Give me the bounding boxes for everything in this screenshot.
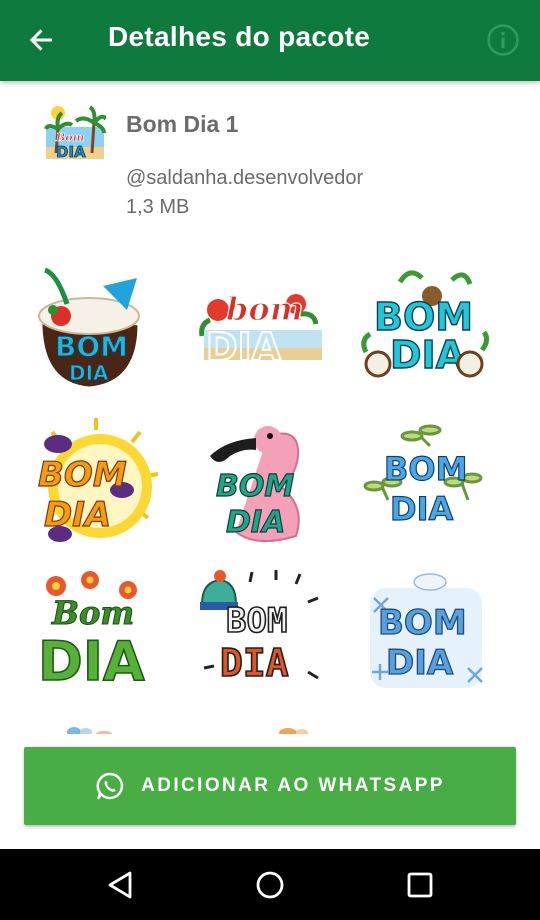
sticker-5-line1: BOM xyxy=(216,469,294,504)
nav-recents-icon[interactable] xyxy=(404,869,436,901)
sticker-beach-flowers[interactable]: bom DIA xyxy=(196,264,328,396)
sticker-6-line2: DIA xyxy=(390,490,453,528)
sticker-8-line2: DIA xyxy=(220,641,289,685)
nav-home-icon[interactable] xyxy=(254,869,286,901)
sticker-grid: BOM DIA bom DIA BOM DIA BOM DIA BOM DIA … xyxy=(0,258,540,734)
arrow-back-icon[interactable] xyxy=(22,20,62,60)
sticker-flowers-grass[interactable]: Bom DIA xyxy=(32,568,164,700)
sticker-3-line2: DIA xyxy=(390,333,466,377)
whatsapp-icon xyxy=(96,772,124,800)
sticker-1-line1: BOM xyxy=(55,330,128,363)
pack-author: @saldanha.desenvolvedor xyxy=(126,167,364,189)
sticker-4-line1: BOM xyxy=(38,455,127,495)
sticker-snowflakes[interactable]: BOM DIA xyxy=(360,568,492,700)
add-to-whatsapp-button[interactable]: ADICIONAR AO WHATSAPP xyxy=(24,747,516,825)
sticker-coconuts[interactable]: BOM DIA xyxy=(360,264,492,396)
sticker-7-line2: DIA xyxy=(38,630,145,693)
sticker-4-line2: DIA xyxy=(44,495,111,535)
pack-name: Bom Dia 1 xyxy=(126,111,239,137)
sticker-7-line1: Bom xyxy=(51,594,134,632)
sticker-8-line1: BOM xyxy=(226,601,287,641)
pack-header: Bom DIA Bom Dia 1 @saldanha.desenvolvedo… xyxy=(0,81,540,241)
sticker-6-line1: BOM xyxy=(384,450,467,488)
sticker-9-line1: BOM xyxy=(378,603,467,643)
sticker-dragonflies[interactable]: BOM DIA xyxy=(360,416,492,548)
pack-size: 1,3 MB xyxy=(126,196,190,218)
sticker-coconut[interactable]: BOM DIA xyxy=(27,264,159,396)
pack-tray-icon: Bom DIA xyxy=(44,105,106,161)
sticker-2-line2: DIA xyxy=(206,325,282,369)
sticker-1-line2: DIA xyxy=(69,361,109,385)
sticker-flamingo[interactable]: BOM DIA xyxy=(196,416,328,548)
sticker-partial-2[interactable] xyxy=(270,720,320,734)
sticker-5-line2: DIA xyxy=(226,505,285,540)
system-nav-bar xyxy=(0,849,540,920)
info-icon[interactable] xyxy=(486,23,520,57)
sticker-winter-hat[interactable]: BOM DIA xyxy=(196,568,328,700)
nav-back-icon[interactable] xyxy=(104,869,136,901)
pack-icon-text-2: DIA xyxy=(56,143,86,161)
sticker-9-line2: DIA xyxy=(386,643,454,683)
sticker-partial-1[interactable] xyxy=(60,720,120,734)
sticker-2-line1: bom xyxy=(226,290,304,328)
page-title: Detalhes do pacote xyxy=(108,21,371,52)
sticker-sun-birds[interactable]: BOM DIA xyxy=(30,416,162,548)
app-bar: Detalhes do pacote xyxy=(0,0,540,81)
add-to-whatsapp-label: ADICIONAR AO WHATSAPP xyxy=(141,775,445,796)
